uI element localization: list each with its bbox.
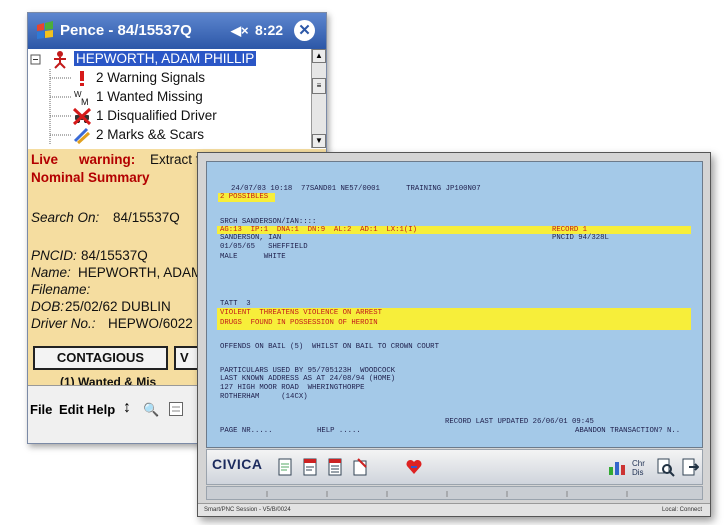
menu-file[interactable]: File (30, 402, 52, 417)
document-arrow-icon[interactable] (350, 457, 370, 477)
subject-name: SANDERSON, IAN (220, 234, 282, 242)
live-label: Live (31, 152, 59, 167)
warning-label: warning: (79, 152, 136, 167)
search-on-value: 84/15537Q (113, 210, 180, 225)
possibles-line: 2 POSSIBLES (220, 193, 269, 201)
tree-item-label: 1 Disqualified Driver (96, 108, 217, 123)
record-tree: HEPWORTH, ADAM PHILLIP 2 Warning Signals… (28, 49, 311, 148)
ruler-ticks (266, 491, 628, 497)
dob-label: DOB: (31, 299, 65, 314)
person-icon (54, 51, 66, 69)
summary-heading: Nominal Summary (31, 170, 150, 185)
tree-item-label: 2 Warning Signals (96, 70, 206, 85)
scroll-up-arrow-icon[interactable]: ▲ (312, 49, 326, 63)
offends-line: OFFENDS ON BAIL (5) WHILST ON BAIL TO CR… (220, 343, 439, 351)
marks-scars-icon (73, 127, 91, 145)
menu-help[interactable]: Help (87, 402, 115, 417)
zoom-document-icon[interactable] (655, 457, 675, 477)
window-title: Pence - 84/15537Q (60, 22, 192, 39)
street-line: 127 HIGH MOOR ROAD WHERINGTHORPE (220, 384, 365, 392)
svg-text:Dis: Dis (632, 468, 644, 477)
sort-arrows-icon[interactable]: ↕ (123, 399, 131, 417)
document-red-icon[interactable] (300, 457, 320, 477)
driver-no-label: Driver No.: (31, 316, 96, 331)
search-icon[interactable]: 🔍 (143, 402, 159, 418)
keyboard-icon[interactable] (169, 402, 183, 416)
filename-label: Filename: (31, 282, 91, 297)
tree-root-person[interactable]: HEPWORTH, ADAM PHILLIP (28, 50, 311, 69)
exit-icon[interactable] (679, 457, 699, 477)
civica-logo: CIVICA (212, 456, 263, 472)
windows-start-icon[interactable] (34, 20, 56, 42)
scroll-thumb[interactable]: ≡ (312, 78, 326, 94)
alert-heart-icon[interactable] (404, 457, 424, 477)
abandon-transaction-field[interactable]: ABANDON TRANSACTION? N.. (575, 427, 680, 436)
pncid-value: 84/15537Q (81, 248, 148, 263)
terminal-toolbar: CIVICA Chr Dis (206, 449, 703, 485)
menu-edit[interactable]: Edit (59, 402, 84, 417)
person-name: HEPWORTH, ADAM PHILLIP (74, 51, 257, 66)
name-label: Name: (31, 265, 71, 280)
dob-value: 25/02/62 DUBLIN (65, 299, 171, 314)
windows-taskbar: Smart/PNC Session - V5/B/0024 Local: Con… (198, 503, 710, 516)
disqualified-driver-icon (72, 107, 92, 126)
pncid-label: PNCID: (31, 248, 77, 263)
subject-pncid: PNCID 94/328L (552, 234, 609, 242)
scroll-down-arrow-icon[interactable]: ▼ (312, 134, 326, 148)
wanted-missing-icon: W M (74, 90, 89, 107)
record-updated-line: RECORD LAST UPDATED 26/06/01 09:45 (445, 418, 594, 426)
terminal-screen: 24/07/03 10:18 77SAND01 NE57/0001 TRAINI… (206, 161, 703, 448)
page-field[interactable]: PAGE NR..... (220, 427, 273, 436)
search-on-label: Search On: (31, 210, 100, 225)
svg-text:Chr: Chr (632, 459, 645, 468)
tatt-line: TATT 3 (220, 300, 251, 308)
tree-item-label: 2 Marks && Scars (96, 127, 205, 142)
terminal-scroll-ruler[interactable] (206, 486, 703, 500)
town-line: ROTHERHAM (14CX) (220, 393, 308, 401)
driver-no-value: HEPWO/6022 (108, 316, 193, 331)
taskbar-connection-status: Local: Connect (661, 507, 702, 513)
violent-warning-line: VIOLENT THREATENS VIOLENCE ON ARREST (220, 309, 383, 317)
chart-icon[interactable] (607, 457, 627, 477)
tree-scrollbar[interactable]: ▲ ≡ ▼ (311, 49, 326, 148)
document-list-icon[interactable] (325, 457, 345, 477)
pnc-terminal-window: 24/07/03 10:18 77SAND01 NE57/0001 TRAINI… (197, 152, 711, 517)
document-new-icon[interactable] (275, 457, 295, 477)
name-value: HEPWORTH, ADAM (78, 265, 203, 280)
help-field[interactable]: HELP ..... (317, 427, 361, 436)
taskbar-session-label[interactable]: Smart/PNC Session - V5/B/0024 (204, 507, 291, 513)
close-icon[interactable]: ✕ (294, 20, 315, 41)
subject-dob: 01/05/65 SHEFFIELD (220, 243, 308, 251)
speaker-muted-icon[interactable]: ◀× (231, 23, 249, 39)
drugs-warning-line: DRUGS FOUND IN POSSESSION OF HEROIN (220, 319, 378, 327)
svg-text:M: M (81, 97, 89, 107)
clock-time: 8:22 (255, 22, 284, 38)
exclamation-icon (80, 71, 84, 86)
text-format-icon[interactable]: ChrDis (631, 457, 651, 477)
screen-header-line: 24/07/03 10:18 77SAND01 NE57/0001 TRAINI… (231, 185, 481, 193)
last-address-line: LAST KNOWN ADDRESS AS AT 24/08/94 (HOME) (220, 375, 396, 383)
tree-item-label: 1 Wanted Missing (96, 89, 203, 104)
pda-title-bar: Pence - 84/15537Q ◀× 8:22 ✕ (28, 13, 326, 49)
subject-sex: MALE WHITE (220, 253, 286, 261)
contagious-button[interactable]: CONTAGIOUS (33, 346, 168, 370)
